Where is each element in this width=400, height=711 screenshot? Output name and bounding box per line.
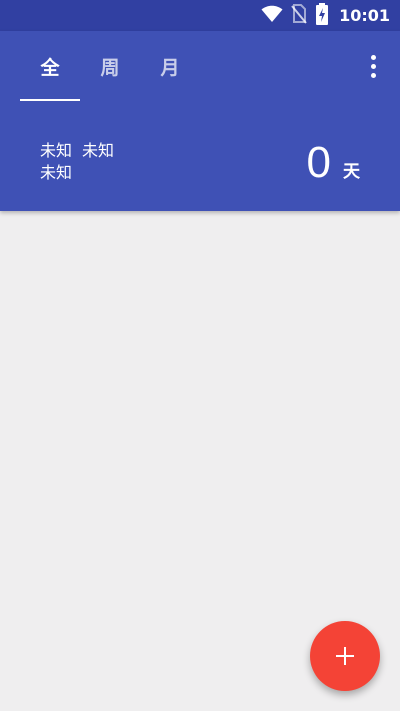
tab-week[interactable]: 周 — [80, 31, 140, 101]
plus-icon — [336, 647, 354, 665]
status-icons: 10:01 — [261, 3, 390, 29]
day-count: 0 天 — [307, 133, 360, 193]
summary-info: 未知 未知 未知 — [40, 140, 114, 184]
summary-row-1: 未知 未知 — [40, 140, 114, 162]
status-time: 10:01 — [339, 6, 390, 25]
tab-month[interactable]: 月 — [140, 31, 200, 101]
app-screen: 10:01 全 周 月 未知 未知 未知 0 天 — [0, 0, 400, 711]
no-sim-icon — [291, 4, 307, 28]
summary-text-1: 未知 — [40, 141, 73, 160]
wifi-icon — [261, 5, 283, 27]
day-count-unit: 天 — [343, 162, 360, 182]
tab-bar: 全 周 月 — [20, 31, 200, 101]
summary-text-3: 未知 — [40, 163, 73, 182]
summary-row-2: 未知 — [40, 162, 114, 184]
battery-charging-icon — [315, 3, 329, 29]
app-bar: 全 周 月 未知 未知 未知 0 天 — [0, 31, 400, 211]
summary-text-2: 未知 — [82, 141, 115, 160]
add-button[interactable] — [310, 621, 380, 691]
status-bar: 10:01 — [0, 0, 400, 31]
day-count-value: 0 — [306, 138, 331, 187]
tab-all[interactable]: 全 — [20, 31, 80, 101]
more-vert-icon[interactable] — [360, 53, 386, 79]
